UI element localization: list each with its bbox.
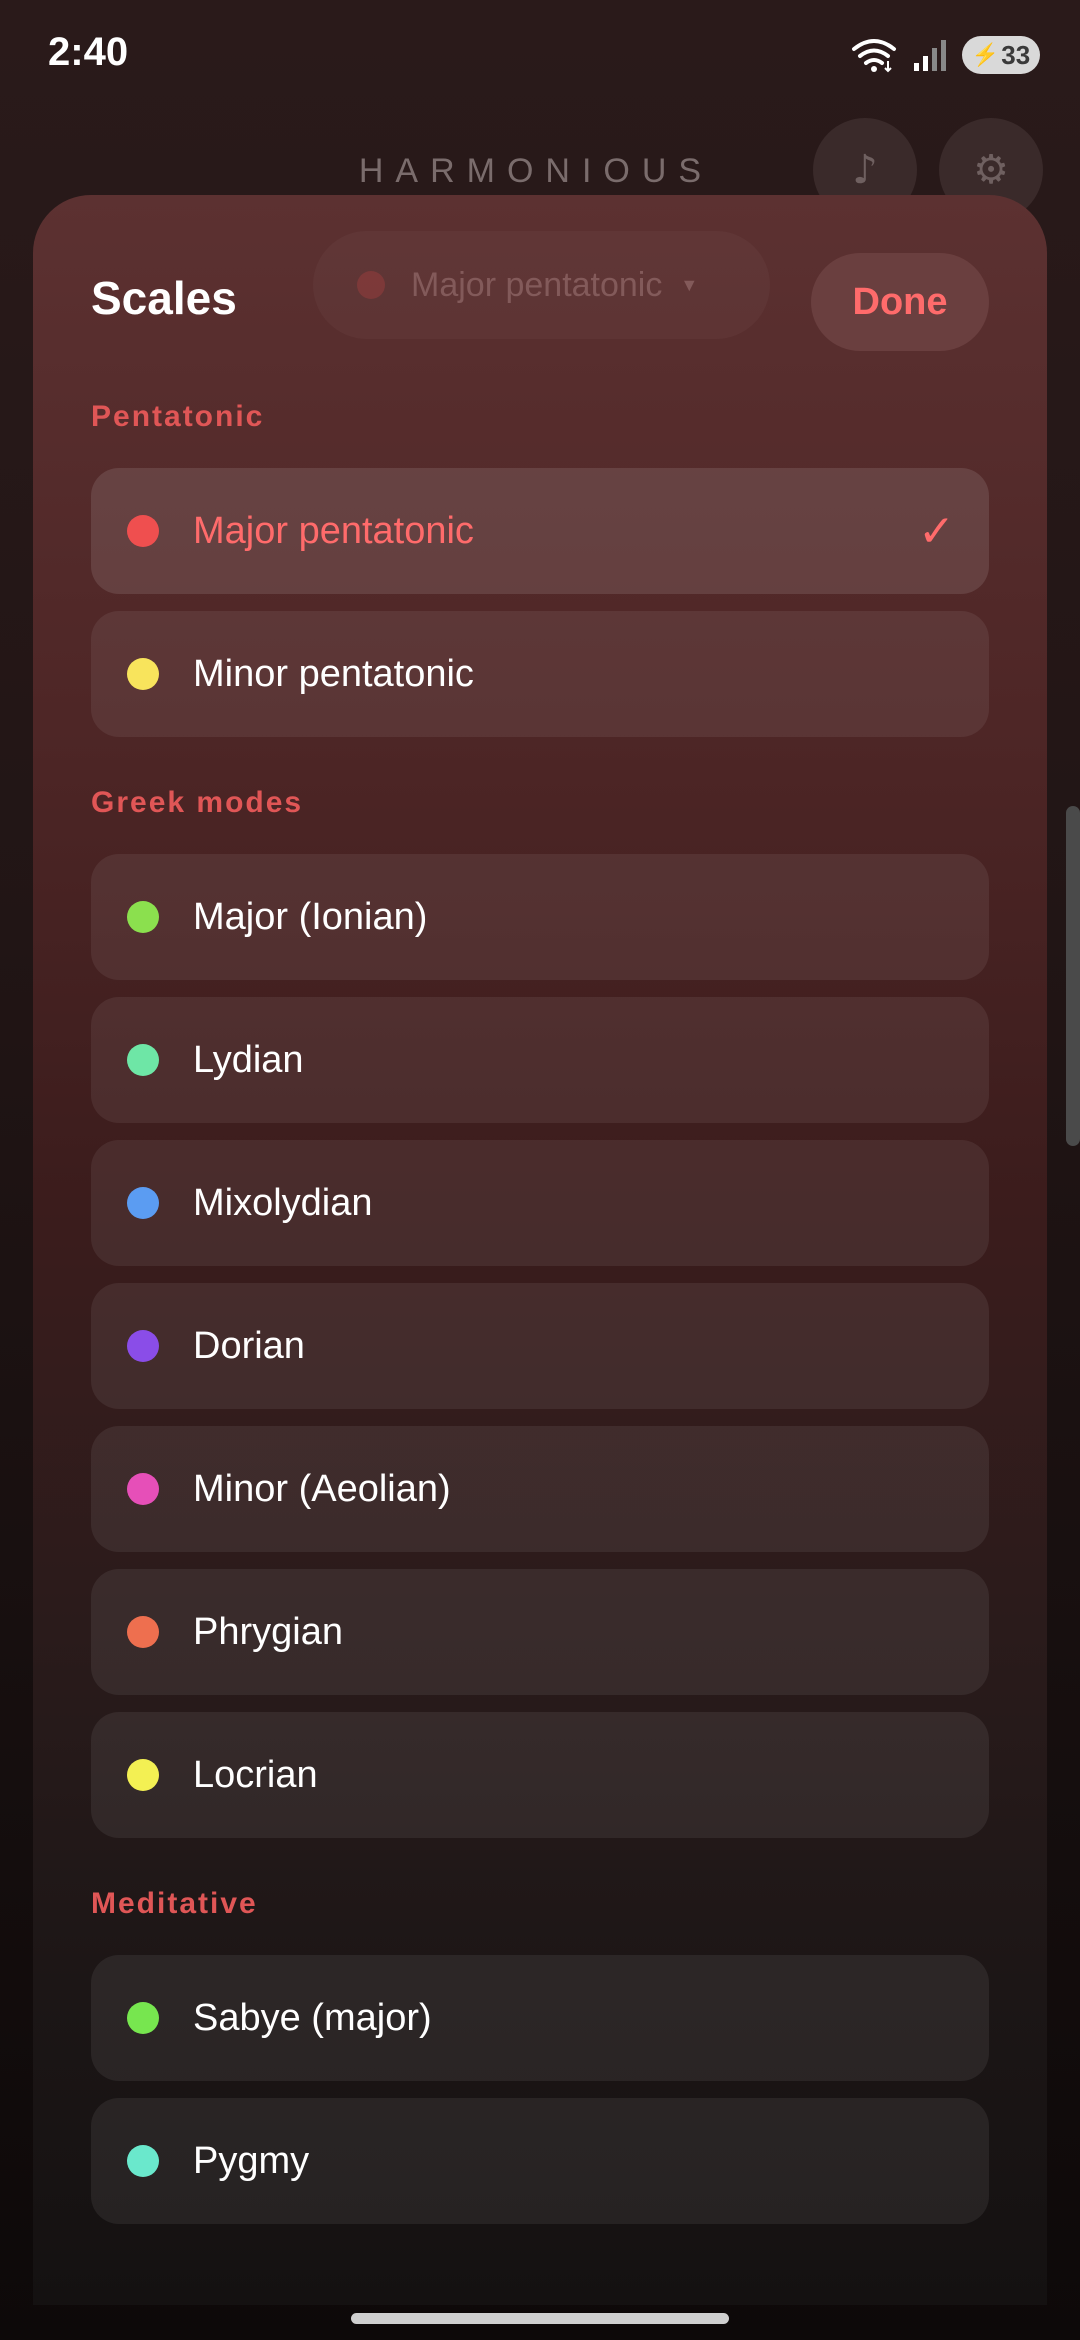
scale-option-phrygian[interactable]: Phrygian	[91, 1569, 989, 1695]
scale-label: Lydian	[193, 1038, 304, 1081]
screen: 2:40 ⚡ 33 HARMONIOUS ♪ ⚙ Major pentatoni…	[0, 0, 1080, 2340]
scale-color-dot	[127, 1759, 159, 1791]
sheet-title: Scales	[91, 272, 237, 324]
scale-option-major-pentatonic[interactable]: Major pentatonic ✓	[91, 468, 989, 594]
music-note-icon: ♪	[852, 147, 878, 193]
scale-label: Pygmy	[193, 2139, 310, 2182]
wifi-icon	[852, 39, 896, 73]
scale-option-sabye-major[interactable]: Sabye (major)	[91, 1955, 989, 2081]
scale-label: Dorian	[193, 1324, 305, 1367]
scale-label: Locrian	[193, 1753, 318, 1796]
app-title: HARMONIOUS	[358, 152, 714, 190]
scale-option-lydian[interactable]: Lydian	[91, 997, 989, 1123]
scrollbar-thumb[interactable]	[1066, 806, 1080, 1146]
scale-color-dot	[127, 2002, 159, 2034]
scale-color-dot	[127, 2145, 159, 2177]
done-button[interactable]: Done	[811, 253, 989, 351]
signal-icon	[914, 40, 946, 71]
scale-option-pygmy[interactable]: Pygmy	[91, 2098, 989, 2224]
home-indicator[interactable]	[351, 2313, 729, 2324]
scale-color-dot	[127, 1044, 159, 1076]
caret-down-icon: ▼	[680, 274, 699, 295]
scale-label: Major pentatonic	[193, 509, 474, 552]
scale-color-dot	[127, 1187, 159, 1219]
scale-option-minor-pentatonic[interactable]: Minor pentatonic	[91, 611, 989, 737]
scale-option-mixolydian[interactable]: Mixolydian	[91, 1140, 989, 1266]
scale-label: Phrygian	[193, 1610, 343, 1653]
battery-level: 33	[1001, 39, 1031, 70]
section-heading-meditative: Meditative	[91, 1887, 258, 1920]
scale-label: Major (Ionian)	[193, 895, 428, 938]
scale-label: Sabye (major)	[193, 1996, 432, 2039]
status-icons: ⚡ 33	[850, 36, 1040, 74]
scale-color-dot	[127, 1330, 159, 1362]
scale-color-dot	[127, 1473, 159, 1505]
scale-color-dot	[127, 901, 159, 933]
status-bar: 2:40 ⚡ 33	[0, 0, 1080, 110]
scale-option-dorian[interactable]: Dorian	[91, 1283, 989, 1409]
status-time: 2:40	[48, 30, 129, 74]
scale-color-dot	[127, 1616, 159, 1648]
scale-label: Minor pentatonic	[193, 652, 474, 695]
section-heading-pentatonic: Pentatonic	[91, 400, 265, 433]
scale-label: Mixolydian	[193, 1181, 373, 1224]
section-heading-greek-modes: Greek modes	[91, 786, 304, 819]
bolt-icon: ⚡	[971, 42, 1000, 67]
scale-color-dot	[127, 658, 159, 690]
scale-option-major-ionian[interactable]: Major (Ionian)	[91, 854, 989, 980]
scale-color-dot	[127, 515, 159, 547]
scale-color-dot	[357, 271, 385, 299]
scale-selector-label: Major pentatonic	[411, 265, 663, 304]
scale-option-locrian[interactable]: Locrian	[91, 1712, 989, 1838]
scale-option-minor-aeolian[interactable]: Minor (Aeolian)	[91, 1426, 989, 1552]
gear-icon: ⚙	[973, 147, 1009, 193]
checkmark-icon: ✓	[918, 505, 955, 557]
scale-label: Minor (Aeolian)	[193, 1467, 451, 1510]
scales-sheet: Major pentatonic ▼ Scales Done Pentatoni…	[33, 195, 1047, 2305]
battery-charging-icon: ⚡ 33	[962, 36, 1040, 74]
scale-selector[interactable]: Major pentatonic ▼	[313, 231, 770, 339]
